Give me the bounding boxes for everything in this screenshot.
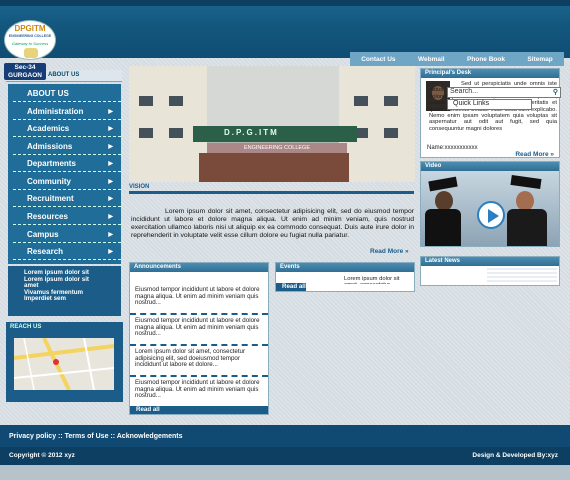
latest-news-panel: Latest News <box>420 256 560 286</box>
logo-seal-icon <box>24 48 38 58</box>
latest-news-title: Latest News <box>421 257 559 266</box>
sidebar-item-administration[interactable]: Administration ▶ <box>13 105 121 120</box>
chevron-right-icon: ▶ <box>108 144 113 150</box>
announcement-item[interactable]: Eiusmod tempor incididunt ut labore et d… <box>130 284 268 315</box>
sidebar-item-campus[interactable]: Campus ▶ <box>13 228 121 243</box>
sidebar-item-label: Research <box>27 247 64 256</box>
sidebar-item-label: Recruitment <box>27 194 74 203</box>
search-placeholder: Search... <box>450 88 479 95</box>
campus-banner-image: D.P.G.ITM ENGINEERING COLLEGE <box>129 66 415 182</box>
principal-name: Name:xxxxxxxxxxx <box>427 145 478 151</box>
news-thumbnail[interactable] <box>487 268 557 283</box>
logo-name: DPGITM <box>14 24 46 33</box>
sidebar-header-label: ABOUT US <box>48 72 80 78</box>
chevron-right-icon: ▶ <box>108 196 113 202</box>
copyright-text: Copyright © 2012 xyz <box>9 452 75 459</box>
sidebar-item-label: Academics <box>27 124 70 133</box>
video-thumbnail[interactable] <box>421 171 559 246</box>
events-panel: Events Lorem ipsum dolor sit amet, conse… <box>275 262 415 292</box>
footer-links: Privacy policy :: Terms of Use :: Acknow… <box>0 425 570 447</box>
footer-links-text[interactable]: Privacy policy :: Terms of Use :: Acknow… <box>9 433 183 440</box>
play-icon[interactable] <box>477 201 505 229</box>
video-title: Video <box>421 162 559 171</box>
video-panel: Video <box>420 161 560 247</box>
nav-contact-us[interactable]: Contact Us <box>361 56 395 63</box>
location-sector: Sec-34 <box>14 64 36 71</box>
event-item[interactable]: Lorem ipsum dolor sit amet, consectetur … <box>344 276 412 284</box>
designer-credit: Design & Developed By:xyz <box>472 452 558 459</box>
news-scroller: Lorem ipsum dolor sit Lorem ipsum dolor … <box>8 266 121 316</box>
location-badge: Sec-34 GURGAON <box>4 63 46 80</box>
events-read-all-link[interactable]: Read all <box>276 283 306 291</box>
sidebar-item-recruitment[interactable]: Recruitment ▶ <box>13 192 121 207</box>
vision-text: Lorem ipsum dolor sit amet, consectetur … <box>131 208 414 239</box>
sidebar-item-label: Community <box>27 177 71 186</box>
graduation-cap-icon <box>428 176 458 192</box>
sidebar-item-departments[interactable]: Departments ▶ <box>13 157 121 172</box>
chevron-right-icon: ▶ <box>108 126 113 132</box>
sidebar-item-community[interactable]: Community ▶ <box>13 175 121 190</box>
college-logo[interactable]: DPGITM ENGINEERING COLLEGE Gateway to Su… <box>4 20 56 60</box>
chevron-right-icon: ▶ <box>108 214 113 220</box>
principal-read-more-link[interactable]: Read More » <box>515 151 554 158</box>
sidebar-item-admissions[interactable]: Admissions ▶ <box>13 140 121 155</box>
sidebar-item-academics[interactable]: Academics ▶ <box>13 122 121 137</box>
reach-us-panel: REACH US <box>6 322 123 402</box>
nav-webmail[interactable]: Webmail <box>418 56 445 63</box>
logo-tagline: Gateway to Success <box>11 41 49 46</box>
sidebar-item-label: Campus <box>27 230 59 239</box>
announcement-item[interactable]: Eiusmod tempor incididunt ut labore et d… <box>130 377 268 408</box>
sidebar-item-about-us[interactable]: ABOUT US <box>13 87 121 102</box>
sidebar-item-research[interactable]: Research ▶ <box>13 245 121 260</box>
announcement-item[interactable]: Lorem ipsum dolor sit amet, consectetur … <box>130 346 268 377</box>
top-navigation: Contact Us Webmail Phone Book Sitemap <box>350 52 564 66</box>
chevron-right-icon: ▶ <box>108 249 113 255</box>
sidebar-item-label: ABOUT US <box>27 89 69 98</box>
news-item[interactable]: Imperdiet sem <box>8 295 121 303</box>
announcements-panel: Announcements Eiusmod tempor incididunt … <box>129 262 269 415</box>
sidebar-item-label: Resources <box>27 212 68 221</box>
vision-read-more-link[interactable]: Read More » <box>370 248 409 255</box>
footer-strip <box>0 465 570 480</box>
search-input[interactable]: Search... ⚲ <box>447 87 561 98</box>
chevron-right-icon: ▶ <box>108 161 113 167</box>
announcement-item[interactable]: Eiusmod tempor incididunt ut labore et d… <box>130 315 268 346</box>
map-roads-icon <box>14 338 114 390</box>
sidebar-menu: ABOUT US Administration ▶ Academics ▶ Admi… <box>8 84 121 264</box>
nav-phone-book[interactable]: Phone Book <box>467 56 505 63</box>
footer-bottom: Copyright © 2012 xyz Design & Developed … <box>0 447 570 480</box>
vision-title: VISION <box>129 184 414 194</box>
sidebar-item-resources[interactable]: Resources ▶ <box>13 210 121 225</box>
announcements-read-all-link[interactable]: Read all <box>130 406 268 414</box>
sidebar-item-label: Admissions <box>27 142 73 151</box>
quick-links-dropdown[interactable]: Quick Links <box>447 99 532 110</box>
announcements-title: Announcements <box>130 263 268 272</box>
chevron-right-icon: ▶ <box>108 232 113 238</box>
nav-sitemap[interactable]: Sitemap <box>527 56 552 63</box>
logo-subtitle: ENGINEERING COLLEGE <box>8 34 52 38</box>
quick-links-label: Quick Links <box>453 100 490 107</box>
banner-sign-sub: ENGINEERING COLLEGE <box>207 143 347 153</box>
events-title: Events <box>276 263 414 272</box>
chevron-right-icon: ▶ <box>108 109 113 115</box>
principals-desk-panel: Principal's Desk Sed ut perspiciatis und… <box>420 68 560 158</box>
location-map[interactable] <box>14 338 114 390</box>
reach-us-title: REACH US <box>10 324 42 330</box>
header-band <box>0 0 570 58</box>
principals-desk-title: Principal's Desk <box>421 69 559 78</box>
banner-sign: D.P.G.ITM <box>224 128 279 137</box>
location-city: GURGAON <box>8 72 42 79</box>
chevron-right-icon: ▶ <box>108 179 113 185</box>
sidebar-item-label: Administration <box>27 107 84 116</box>
search-icon[interactable]: ⚲ <box>553 88 558 96</box>
sidebar-item-label: Departments <box>27 159 76 168</box>
